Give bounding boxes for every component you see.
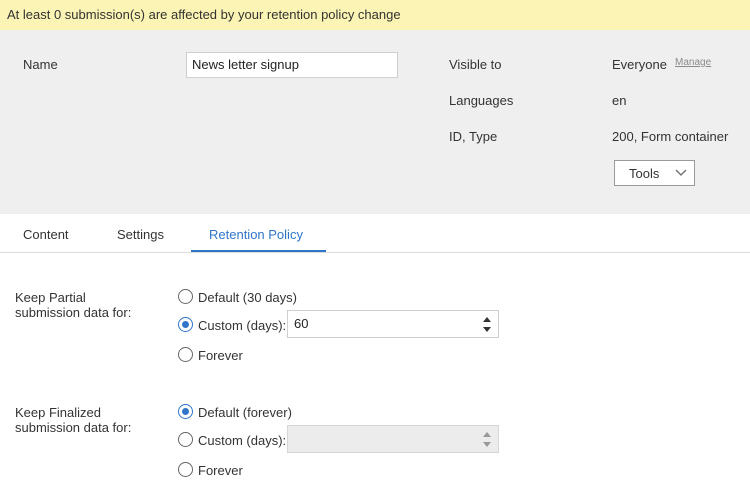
tools-button-label: Tools [629,166,660,181]
partial-default-radio[interactable] [178,289,193,304]
finalized-default-radio[interactable] [178,404,193,419]
partial-label-line1: Keep Partial [15,290,86,305]
finalized-custom-radio[interactable] [178,432,193,447]
name-label: Name [23,57,58,72]
visible-to-label: Visible to [449,57,502,72]
finalized-retention-label: Keep Finalized submission data for: [15,405,131,435]
stepper-down-icon [483,442,491,447]
finalized-default-label: Default (forever) [198,405,292,420]
partial-label-line2: submission data for: [15,305,132,320]
stepper-up-icon[interactable] [483,317,491,322]
languages-value: en [612,93,627,108]
tab-content[interactable]: Content [23,227,69,242]
active-tab-indicator [191,250,326,252]
form-properties-header: Name News letter signup Visible to Every… [0,30,750,214]
partial-forever-label: Forever [198,348,243,363]
finalized-forever-radio[interactable] [178,462,193,477]
stepper-up-icon [483,432,491,437]
name-field[interactable]: News letter signup [186,52,398,78]
stepper-down-icon[interactable] [483,327,491,332]
finalized-days-stepper [476,426,498,452]
finalized-label-line2: submission data for: [15,420,132,435]
finalized-custom-days-input [287,425,499,453]
languages-label: Languages [449,93,514,108]
tab-bar: Content Settings Retention Policy [0,214,750,253]
banner-text: At least 0 submission(s) are affected by… [7,7,401,22]
finalized-custom-label: Custom (days): [198,433,287,448]
partial-custom-days-value: 60 [294,316,309,331]
manage-link[interactable]: Manage [675,57,711,68]
partial-retention-label: Keep Partial submission data for: [15,290,131,320]
finalized-label-line1: Keep Finalized [15,405,101,420]
partial-default-label: Default (30 days) [198,290,297,305]
chevron-down-icon [675,169,687,177]
tab-retention-policy[interactable]: Retention Policy [209,227,303,242]
id-type-label: ID, Type [449,129,498,144]
partial-custom-label: Custom (days): [198,318,287,333]
finalized-forever-label: Forever [198,463,243,478]
partial-days-stepper[interactable] [476,311,498,337]
partial-custom-radio[interactable] [178,317,193,332]
tools-button[interactable]: Tools [614,160,695,186]
visible-to-value: Everyone [612,57,667,72]
partial-forever-radio[interactable] [178,347,193,362]
id-type-value: 200, Form container [612,129,729,144]
tab-settings[interactable]: Settings [117,227,164,242]
retention-warning-banner: At least 0 submission(s) are affected by… [0,0,750,30]
partial-custom-days-input[interactable]: 60 [287,310,499,338]
